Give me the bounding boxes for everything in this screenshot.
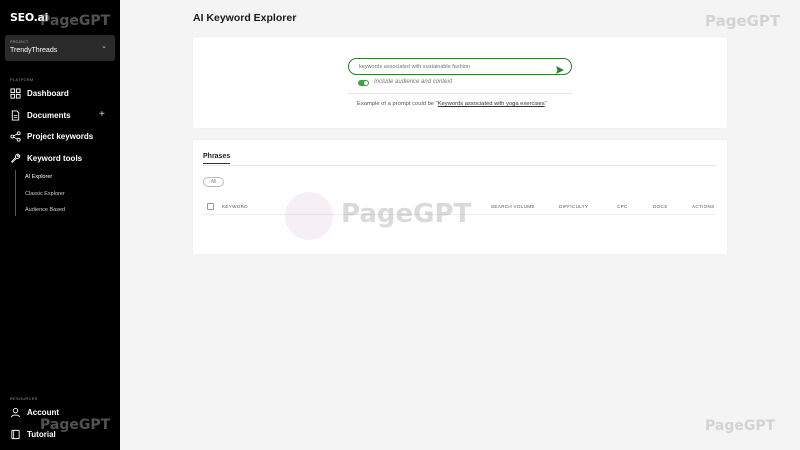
divider	[348, 93, 572, 94]
wrench-icon	[10, 153, 21, 164]
column-cpc[interactable]: CPC	[617, 204, 628, 209]
sidebar-item-label: Account	[27, 407, 59, 417]
share-icon	[10, 130, 21, 142]
tab-phrases[interactable]: Phrases	[203, 153, 231, 164]
sidebar-item-documents[interactable]: Documents	[10, 108, 71, 122]
search-input[interactable]	[359, 62, 549, 72]
watermark-text: PageGPT	[705, 418, 776, 434]
results-card: Phrases All KEYWORD SEARCH VOLUME DIFFIC…	[193, 140, 727, 254]
sidebar: SEO.ai PROJECT TrendyThreads ⌄ PLATFORM …	[0, 0, 120, 450]
chevron-down-icon: ⌄	[101, 43, 107, 50]
user-icon	[10, 407, 21, 418]
audience-toggle[interactable]	[358, 80, 369, 86]
example-prefix: Example of a prompt could be "	[357, 101, 438, 107]
resources-section-label: RESOURCES	[10, 397, 38, 401]
watermark-text: PageGPT	[341, 199, 472, 229]
search-card: Include audience and context Example of …	[193, 37, 727, 128]
column-actions: ACTIONS	[692, 204, 715, 209]
sidebar-item-label: Project keywords	[27, 131, 94, 141]
send-icon[interactable]	[555, 62, 565, 74]
sidebar-item-label: Keyword tools	[27, 153, 83, 163]
book-icon	[10, 429, 21, 440]
project-value: TrendyThreads	[10, 47, 58, 54]
page-title: AI Keyword Explorer	[193, 12, 297, 24]
sidebar-item-dashboard[interactable]: Dashboard	[10, 86, 69, 100]
project-selector[interactable]: PROJECT TrendyThreads ⌄	[5, 35, 115, 61]
watermark-text: PageGPT	[40, 417, 111, 433]
filter-all-button[interactable]: All	[203, 177, 224, 187]
project-label: PROJECT	[10, 40, 29, 44]
watermark-logo-icon	[285, 192, 333, 240]
subnav-item-classic-explorer[interactable]: Classic Explorer	[25, 191, 65, 197]
search-box[interactable]	[348, 58, 572, 75]
example-suffix: "	[544, 101, 547, 107]
subnav-item-ai-explorer[interactable]: AI Explorer	[25, 174, 52, 180]
select-all-checkbox[interactable]	[207, 203, 214, 210]
sidebar-item-label: Dashboard	[27, 88, 69, 98]
column-search-volume[interactable]: SEARCH VOLUME	[491, 204, 535, 209]
column-docs[interactable]: DOCS	[653, 204, 667, 209]
column-keyword[interactable]: KEYWORD	[222, 204, 248, 209]
example-link[interactable]: Keywords associated with yoga exercises	[438, 101, 545, 107]
grid-icon	[10, 87, 21, 99]
tab-underline	[203, 165, 716, 166]
add-document-icon[interactable]: +	[99, 109, 105, 120]
watermark-text: PageGPT	[40, 13, 111, 29]
audience-toggle-label: Include audience and context	[374, 79, 453, 85]
sidebar-item-label: Documents	[27, 110, 71, 120]
column-difficulty[interactable]: DIFFICULTY	[559, 204, 588, 209]
watermark-text: PageGPT	[705, 12, 781, 30]
subnav-line	[15, 170, 16, 216]
document-icon	[10, 109, 21, 121]
platform-section-label: PLATFORM	[10, 78, 34, 82]
sidebar-item-project-keywords[interactable]: Project keywords	[10, 129, 93, 143]
subnav-item-audience-based[interactable]: Audience Based	[25, 207, 65, 213]
sidebar-item-keyword-tools[interactable]: Keyword tools	[10, 151, 82, 165]
example-prompt: Example of a prompt could be "Keywords a…	[357, 101, 547, 107]
